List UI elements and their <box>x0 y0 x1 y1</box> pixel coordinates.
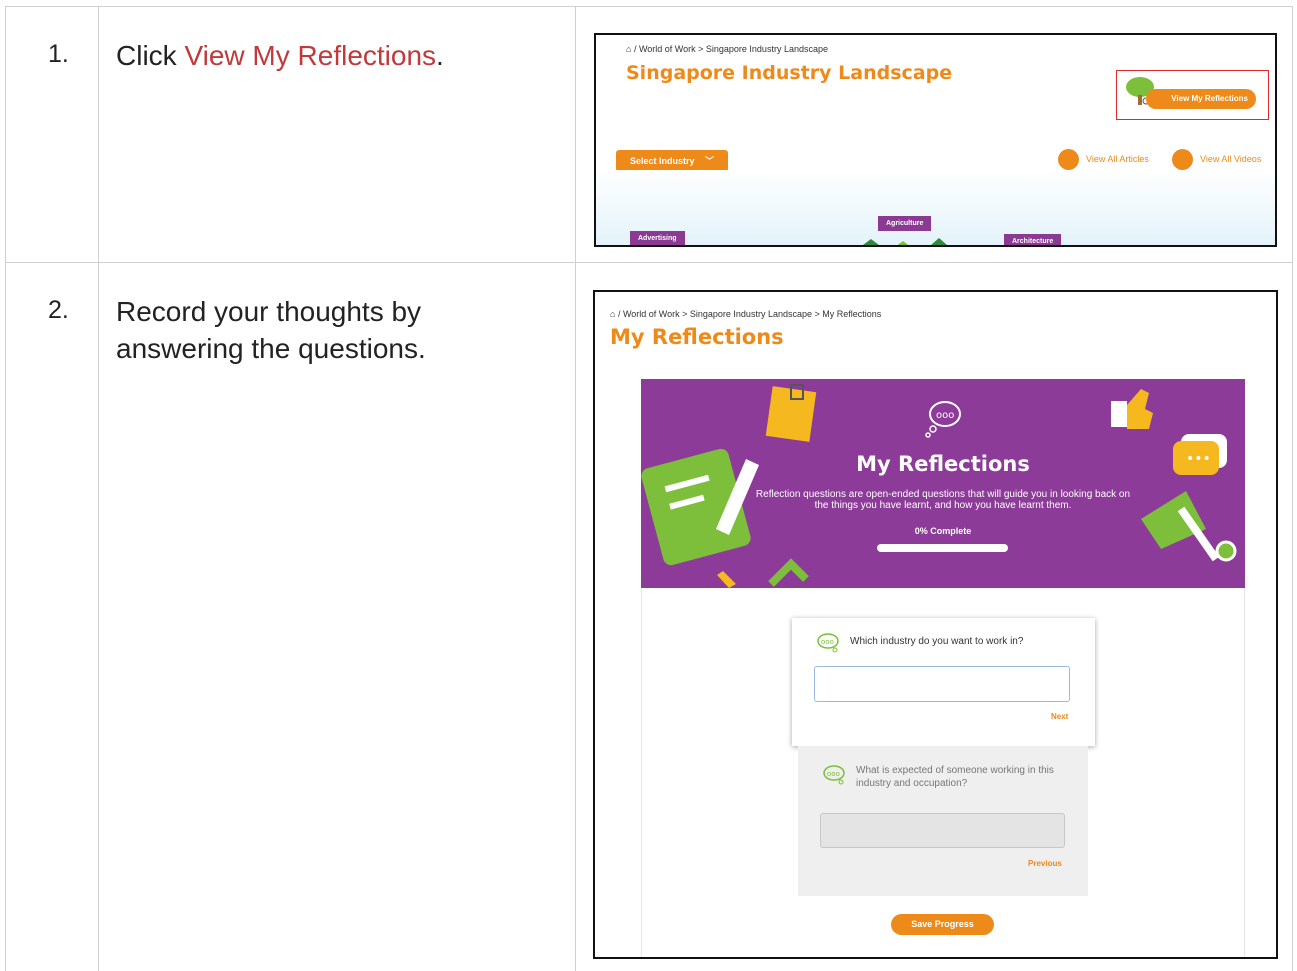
tag-agriculture[interactable]: Agriculture <box>878 216 932 231</box>
step-2-instruction: Record your thoughts by answering the qu… <box>116 296 426 364</box>
column-divider-right <box>575 6 576 971</box>
step-1-instruction: Click View My Reflections. <box>116 37 546 74</box>
previous-link[interactable]: Previous <box>1028 859 1062 868</box>
question-card-1: ooo Which industry do you want to work i… <box>792 618 1095 746</box>
progress-bar <box>877 544 1008 552</box>
svg-text:ooo: ooo <box>936 410 954 421</box>
select-industry-label: Select Industry <box>630 156 695 166</box>
step-2-number: 2. <box>48 296 69 324</box>
view-all-videos-link[interactable]: View All Videos <box>1200 154 1261 164</box>
question-2-input[interactable] <box>820 813 1065 848</box>
question-1-input[interactable] <box>814 666 1070 702</box>
breadcrumb-text[interactable]: / World of Work > Singapore Industry Lan… <box>618 309 881 319</box>
home-icon[interactable]: ⌂ <box>610 309 615 319</box>
question-2-text: What is expected of someone working in t… <box>856 765 1054 789</box>
column-divider-left <box>98 6 99 971</box>
tag-architecture[interactable]: Architecture <box>1004 234 1062 245</box>
save-progress-button[interactable]: Save Progress <box>891 914 994 935</box>
row-divider <box>5 262 1293 263</box>
home-icon[interactable]: ⌂ <box>626 44 631 54</box>
view-all-articles-link[interactable]: View All Articles <box>1086 154 1149 164</box>
highlight-box <box>1116 70 1269 120</box>
select-industry-dropdown[interactable]: Select Industry ﹀ <box>616 150 728 172</box>
palm-tree-icon <box>861 235 951 245</box>
page-title: My Reflections <box>610 325 784 349</box>
breadcrumb-text[interactable]: / World of Work > Singapore Industry Lan… <box>634 44 828 54</box>
my-reflections-screenshot: ⌂ / World of Work > Singapore Industry L… <box>593 290 1278 959</box>
svg-text:ooo: ooo <box>821 638 834 646</box>
question-1-text: Which industry do you want to work in? <box>850 636 1024 647</box>
chat-bubble-icon: ooo <box>816 632 840 659</box>
industry-landscape-screenshot: ⌂ / World of Work > Singapore Industry L… <box>594 33 1277 247</box>
breadcrumb: ⌂ / World of Work > Singapore Industry L… <box>626 44 828 54</box>
breadcrumb: ⌂ / World of Work > Singapore Industry L… <box>610 309 881 319</box>
tag-advertising[interactable]: Advertising <box>630 231 685 245</box>
videos-icon[interactable] <box>1172 149 1193 170</box>
landscape-background <box>596 170 1275 245</box>
chat-bubble-icon: ooo <box>822 764 846 791</box>
step-1-number: 1. <box>48 40 69 68</box>
banner-description: Reflection questions are open-ended ques… <box>755 489 1131 511</box>
next-link[interactable]: Next <box>1051 712 1068 721</box>
step-1-highlight: View My Reflections <box>184 40 437 71</box>
banner-title: My Reflections <box>856 452 1030 476</box>
articles-icon[interactable] <box>1058 149 1079 170</box>
step-1-period: . <box>436 40 444 71</box>
question-card-2: ooo What is expected of someone working … <box>798 746 1088 896</box>
step-1-text: Click <box>116 40 185 71</box>
page-title: Singapore Industry Landscape <box>626 62 953 84</box>
thought-bubble-icon: ooo <box>923 397 965 444</box>
svg-text:ooo: ooo <box>827 770 840 778</box>
progress-label: 0% Complete <box>914 526 972 536</box>
chevron-down-icon: ﹀ <box>705 156 715 166</box>
reflections-banner: ••• ooo My Reflections Reflection questi… <box>641 379 1245 588</box>
